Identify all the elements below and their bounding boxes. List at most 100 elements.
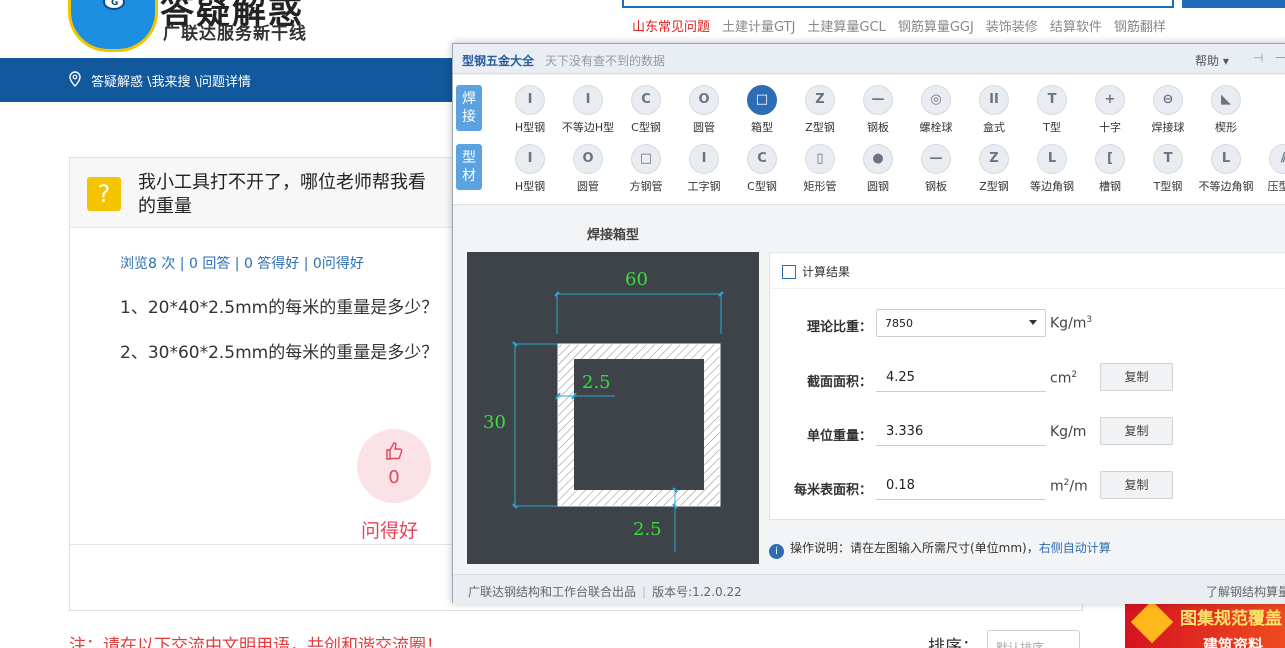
shape-label: 方钢管 xyxy=(629,180,663,193)
profile-shape-1[interactable]: O 圆管 xyxy=(559,144,617,194)
shape-label: 矩形管 xyxy=(803,180,837,193)
nav-item-shandong[interactable]: 山东常见问题 xyxy=(632,20,710,35)
weld-shape-11[interactable]: ⊖ 焊接球 xyxy=(1139,85,1197,135)
copy-unit-weight-button[interactable]: 复制 xyxy=(1100,417,1173,445)
breadcrumb[interactable]: 答疑解惑 \我来搜 \问题详情 xyxy=(91,71,251,90)
nav-item-gtj[interactable]: 土建计量GTJ xyxy=(722,20,795,35)
profile-shape-5[interactable]: ▯ 矩形管 xyxy=(791,144,849,194)
weld-shape-5[interactable]: Z Z型钢 xyxy=(791,85,849,135)
shape-icon: Z xyxy=(979,144,1009,174)
shape-icon: I xyxy=(515,85,545,115)
profile-shape-0[interactable]: I H型钢 xyxy=(501,144,559,194)
dim-web-thickness-label[interactable]: 2.5 xyxy=(582,372,611,393)
weld-shape-9[interactable]: T T型 xyxy=(1023,85,1081,135)
profile-shape-2[interactable]: □ 方钢管 xyxy=(617,144,675,194)
profile-shape-8[interactable]: Z Z型钢 xyxy=(965,144,1023,194)
shape-icon: □ xyxy=(747,85,777,115)
like-button[interactable]: 0 xyxy=(357,429,431,503)
shape-label: H型钢 xyxy=(514,180,546,193)
thumbs-up-icon xyxy=(386,442,403,460)
pin-icon[interactable]: ⊣ xyxy=(1253,51,1263,65)
shape-label: 槽钢 xyxy=(1099,180,1121,193)
category-profile[interactable]: 型材 xyxy=(456,144,482,190)
profile-shape-10[interactable]: [槽钢 xyxy=(1081,144,1139,194)
profile-shape-9[interactable]: L 等边角钢 xyxy=(1023,144,1081,194)
profile-shape-13[interactable]: ⫽ 压型钢 xyxy=(1255,144,1285,194)
calculator-icon xyxy=(782,265,796,279)
copy-surface-button[interactable]: 复制 xyxy=(1100,471,1173,499)
category-weld[interactable]: 焊接 xyxy=(456,85,482,131)
shape-icon: — xyxy=(921,144,951,174)
shape-icon: □ xyxy=(631,144,661,174)
steel-tool-window: 型钢五金大全 天下没有查不到的数据 帮助 ▾ ⊣ — 焊接 型材 I H型钢 I 不等… xyxy=(452,43,1285,604)
weld-shape-4[interactable]: □ 箱型 xyxy=(733,85,791,135)
profile-shape-4[interactable]: C C型钢 xyxy=(733,144,791,194)
shape-label: 不等边角钢 xyxy=(1198,180,1254,193)
weld-shape-1[interactable]: I 不等边H型 xyxy=(559,85,617,135)
shape-label: H型钢 xyxy=(514,121,546,134)
profile-shape-3[interactable]: I 工字钢 xyxy=(675,144,733,194)
shape-label: 盒式 xyxy=(983,121,1005,134)
nav-item-rebar[interactable]: 钢筋翻样 xyxy=(1114,20,1166,35)
weld-shape-8[interactable]: II 盒式 xyxy=(965,85,1023,135)
tool-titlebar[interactable]: 型钢五金大全 天下没有查不到的数据 帮助 ▾ ⊣ — xyxy=(453,44,1285,74)
minimize-icon[interactable]: — xyxy=(1275,50,1285,64)
shape-label: 箱型 xyxy=(751,121,773,134)
shape-icon: ● xyxy=(863,144,893,174)
surface-unit: m2/m xyxy=(1050,478,1088,495)
search-button[interactable] xyxy=(1182,0,1285,8)
search-input[interactable] xyxy=(622,0,1174,8)
shape-label: 圆管 xyxy=(577,180,599,193)
profile-shape-7[interactable]: — 钢板 xyxy=(907,144,965,194)
weld-shape-6[interactable]: — 钢板 xyxy=(849,85,907,135)
shape-label: T型 xyxy=(1043,121,1061,134)
profile-shape-11[interactable]: T T型钢 xyxy=(1139,144,1197,194)
nav-item-decoration[interactable]: 装饰装修 xyxy=(986,20,1038,35)
dim-width-label[interactable]: 60 xyxy=(625,269,648,290)
unit-weight-field[interactable]: 3.336 xyxy=(876,418,1046,446)
shape-icon: I xyxy=(573,85,603,115)
weld-shape-12[interactable]: ◣ 楔形 xyxy=(1197,85,1255,135)
top-nav: 山东常见问题 土建计量GTJ 土建算量GCL 钢筋算量GGJ 装饰装修 结算软件 钢筋翻样 xyxy=(632,16,1178,35)
area-field[interactable]: 4.25 xyxy=(876,364,1046,392)
profile-shape-6[interactable]: ● 圆钢 xyxy=(849,144,907,194)
help-menu[interactable]: 帮助 ▾ xyxy=(1195,52,1229,69)
profile-shape-12[interactable]: L 不等边角钢 xyxy=(1197,144,1255,194)
question-line-2: 2、30*60*2.5mm的每米的重量是多少？ xyxy=(120,343,439,363)
surface-label: 每米表面积： xyxy=(793,483,872,498)
ad-text-2: 建筑资料 xyxy=(1203,636,1264,648)
nav-item-gcl[interactable]: 土建算量GCL xyxy=(807,20,885,35)
copy-area-button[interactable]: 复制 xyxy=(1100,363,1173,391)
dim-height-label[interactable]: 30 xyxy=(483,412,506,433)
question-line-1: 1、20*40*2.5mm的每米的重量是多少？ xyxy=(120,298,439,318)
density-select[interactable]: 7850 xyxy=(876,309,1046,337)
sort-label: 排序： xyxy=(928,637,979,648)
nav-item-ggj[interactable]: 钢筋算量GGJ xyxy=(898,20,974,35)
weld-shape-10[interactable]: + 十字 xyxy=(1081,85,1139,135)
ad-banner[interactable]: 图集规范覆盖 建筑资料 xyxy=(1125,601,1285,648)
tool-subtitle: 天下没有查不到的数据 xyxy=(545,54,666,68)
unit-weight-label: 单位重量： xyxy=(806,429,872,444)
weld-shape-3[interactable]: O 圆管 xyxy=(675,85,733,135)
site-slogan: 广联达服务新干线 xyxy=(163,24,307,44)
weld-shape-0[interactable]: I H型钢 xyxy=(501,85,559,135)
location-pin-icon xyxy=(69,71,81,87)
weld-shape-2[interactable]: C C型钢 xyxy=(617,85,675,135)
box-section-diagram[interactable]: 60 30 2.5 2.5 xyxy=(467,252,759,564)
weld-shape-7[interactable]: ◎ 螺栓球 xyxy=(907,85,965,135)
surface-field[interactable]: 0.18 xyxy=(876,472,1046,500)
unit-weight-row: 单位重量： 3.336 Kg/m 复制 xyxy=(770,417,1285,448)
area-unit: cm2 xyxy=(1050,370,1078,387)
area-label: 截面面积： xyxy=(806,375,872,390)
nav-item-settlement[interactable]: 结算软件 xyxy=(1050,20,1102,35)
work-area: 焊接箱型 60 30 2.5 2.5 计算结果 理论比重： 7850 Kg/m3… xyxy=(453,206,1285,574)
learn-more-link[interactable]: 了解钢结构算量 xyxy=(1206,583,1285,600)
density-unit: Kg/m3 xyxy=(1050,315,1093,332)
shape-label: 钢板 xyxy=(867,121,889,134)
civility-note: 注：请在以下交流中文明用语，共创和谐交流圈！ xyxy=(69,636,443,648)
ad-text-1: 图集规范覆盖 xyxy=(1180,609,1282,629)
sort-select[interactable]: 默认排序 xyxy=(987,630,1080,648)
density-row: 理论比重： 7850 Kg/m3 xyxy=(770,309,1285,339)
dim-flange-thickness-label[interactable]: 2.5 xyxy=(633,519,662,540)
auto-calc-link[interactable]: 右侧自动计算 xyxy=(1039,541,1111,555)
